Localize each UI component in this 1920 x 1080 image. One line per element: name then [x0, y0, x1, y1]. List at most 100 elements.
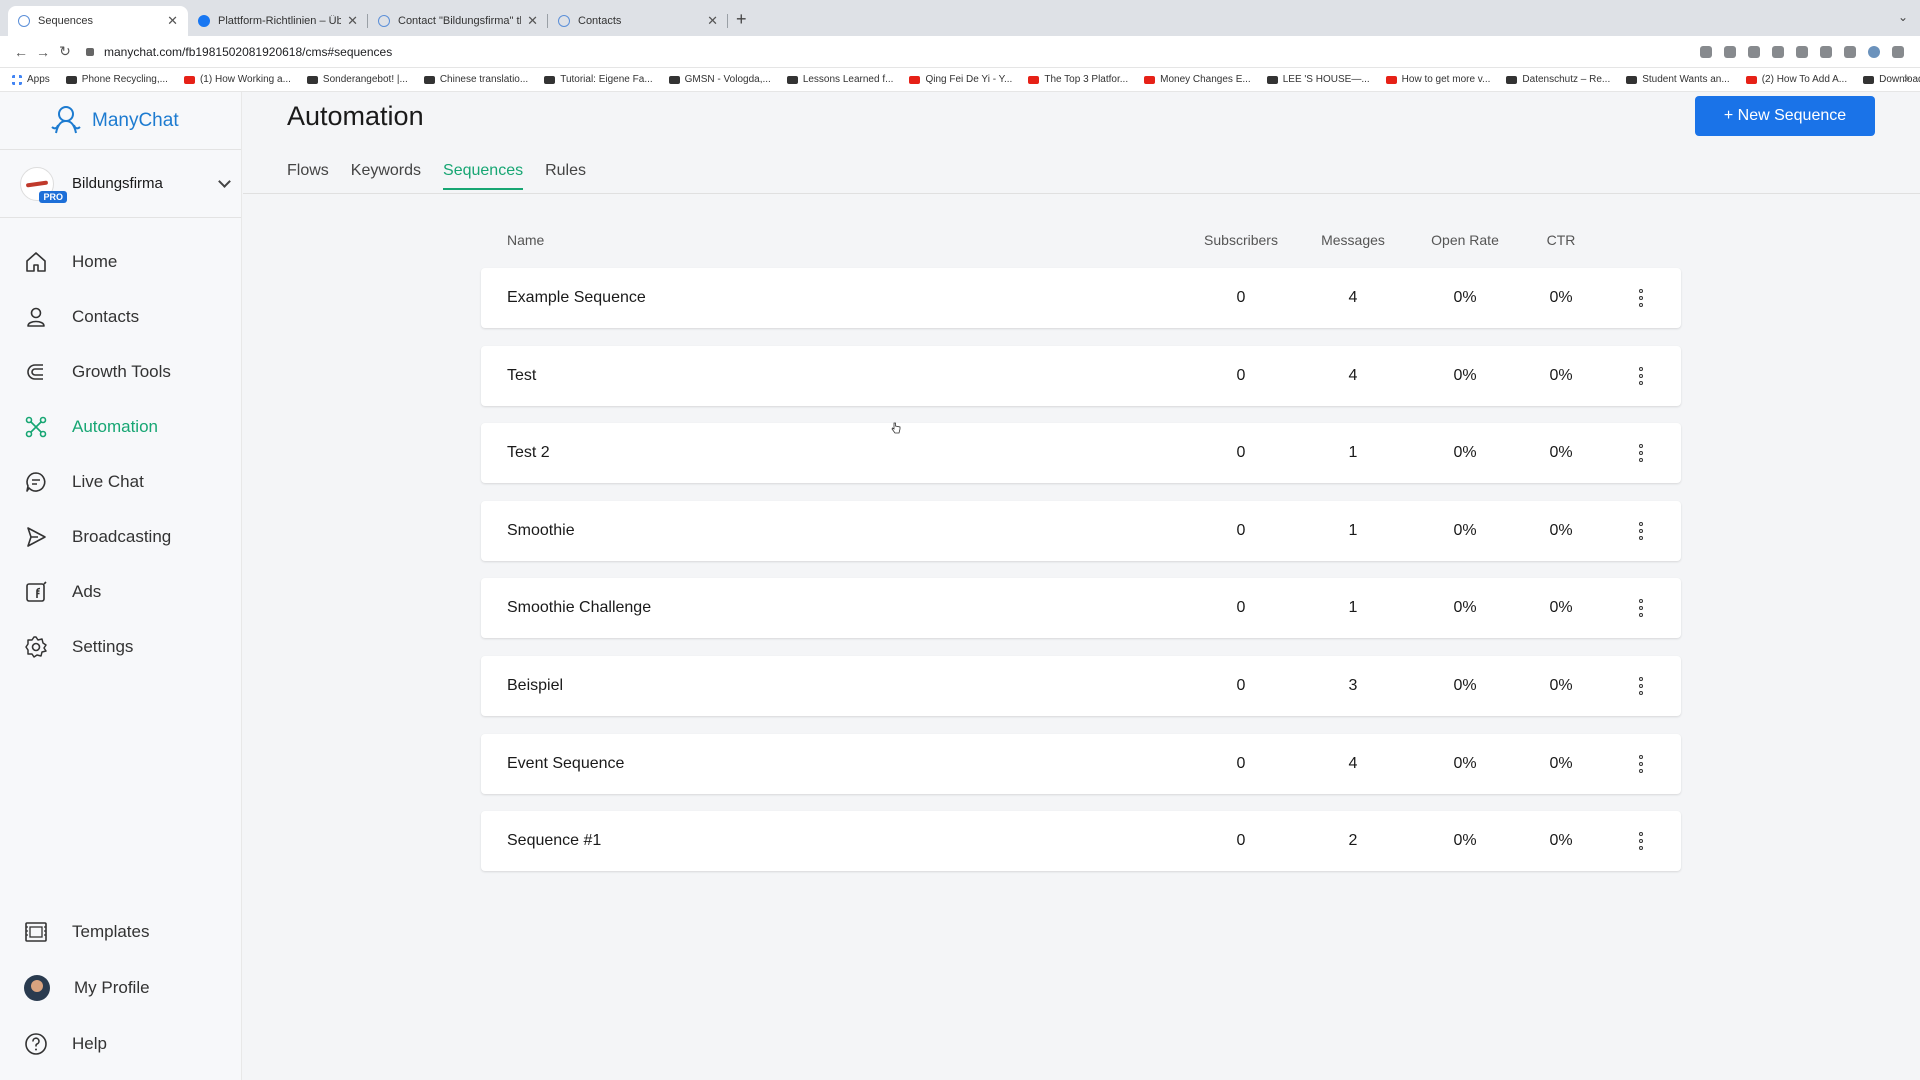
sequence-name: Example Sequence: [507, 289, 646, 306]
zoom-icon[interactable]: [1724, 45, 1736, 58]
browser-tab[interactable]: Contact "Bildungsfirma" throu ✕: [368, 6, 548, 36]
new-tab-icon[interactable]: +: [736, 9, 747, 30]
url-field[interactable]: manychat.com/fb1981502081920618/cms#sequ…: [86, 45, 1700, 59]
sidebar-item-broadcasting[interactable]: Broadcasting: [0, 509, 241, 564]
magnet-icon: [27, 363, 43, 380]
more-bookmarks-icon[interactable]: »: [1904, 73, 1910, 85]
profile-icon[interactable]: [1868, 45, 1880, 58]
browser-tab[interactable]: Plattform-Richtlinien – Übersic ✕: [188, 6, 368, 36]
ctr-value: 0%: [1549, 832, 1573, 850]
sidebar-item-ads[interactable]: Ads: [0, 564, 241, 619]
column-header-open-rate[interactable]: Open Rate: [1409, 232, 1521, 248]
row-menu-button[interactable]: [1601, 599, 1681, 618]
bookmark-item[interactable]: How to get more v...: [1385, 74, 1490, 85]
bookmark-item[interactable]: Phone Recycling,...: [65, 74, 168, 85]
hash-icon: [544, 75, 556, 84]
sidebar-item-home[interactable]: Home: [0, 234, 241, 289]
row-menu-button[interactable]: [1601, 676, 1681, 695]
bookmark-item[interactable]: Tutorial: Eigene Fa...: [544, 74, 653, 85]
table-row[interactable]: Example Sequence 0 4 0% 0%: [481, 268, 1681, 328]
bookmark-item[interactable]: Money Changes E...: [1144, 74, 1251, 85]
sidebar-item-live-chat[interactable]: Live Chat: [0, 454, 241, 509]
sidepanel-icon[interactable]: [1844, 45, 1856, 58]
table-row[interactable]: Test 2 0 1 0% 0%: [481, 423, 1681, 484]
more-vertical-icon: [1639, 754, 1643, 773]
chevron-down-icon[interactable]: ⌄: [1898, 10, 1908, 24]
new-sequence-button[interactable]: + New Sequence: [1695, 96, 1875, 136]
column-header-name[interactable]: Name: [481, 232, 1185, 248]
table-row[interactable]: Event Sequence 0 4 0% 0%: [481, 733, 1681, 794]
star-icon[interactable]: [1772, 45, 1784, 58]
table-row[interactable]: Smoothie 0 1 0% 0%: [481, 500, 1681, 561]
translate-icon[interactable]: [1700, 45, 1712, 58]
row-menu-button[interactable]: [1601, 444, 1681, 463]
table-row[interactable]: Sequence #1 0 2 0% 0%: [481, 811, 1681, 872]
sidebar-item-contacts[interactable]: Contacts: [0, 289, 241, 344]
bookmark-item[interactable]: Lessons Learned f...: [786, 74, 893, 85]
bookmark-item[interactable]: Apps: [12, 74, 50, 85]
sidebar-bottom-nav: Templates My Profile Help: [0, 904, 241, 1080]
forward-icon[interactable]: →: [32, 44, 54, 60]
row-menu-button[interactable]: [1601, 754, 1681, 773]
page-header: Automation + New Sequence Flows Keywords…: [243, 92, 1920, 194]
bookmark-label: Money Changes E...: [1160, 74, 1251, 85]
account-switcher[interactable]: PRO Bildungsfirma: [0, 150, 241, 218]
table-row[interactable]: Smoothie Challenge 0 1 0% 0%: [481, 578, 1681, 639]
close-icon[interactable]: ✕: [167, 13, 178, 29]
sidebar-item-automation[interactable]: Automation: [0, 399, 241, 454]
sidebar-item-my-profile[interactable]: My Profile: [0, 960, 241, 1016]
puzzle-icon[interactable]: [1820, 45, 1832, 58]
ctr-value: 0%: [1549, 289, 1573, 306]
bookmark-item[interactable]: Datenschutz – Re...: [1506, 74, 1610, 85]
back-icon[interactable]: ←: [10, 44, 32, 60]
sidebar-item-help[interactable]: Help: [0, 1016, 241, 1072]
row-menu-button[interactable]: [1601, 521, 1681, 540]
column-header-subscribers[interactable]: Subscribers: [1185, 232, 1297, 248]
chat-icon: [26, 471, 46, 492]
sidebar-item-label: Live Chat: [72, 471, 144, 491]
column-header-ctr[interactable]: CTR: [1521, 232, 1601, 248]
bookmark-item[interactable]: LEE 'S HOUSE—...: [1266, 74, 1370, 85]
extension-icon[interactable]: [1796, 45, 1808, 58]
bookmark-item[interactable]: Download - Cooki...: [1863, 74, 1920, 85]
browser-tab[interactable]: Sequences ✕: [8, 6, 188, 36]
manychat-logo[interactable]: ManyChat: [0, 92, 241, 150]
url-text: manychat.com/fb1981502081920618/cms#sequ…: [104, 44, 393, 59]
subscriber-count: 0: [1236, 444, 1246, 462]
bookmark-item[interactable]: Qing Fei De Yi - Y...: [909, 74, 1012, 85]
tab-keywords[interactable]: Keywords: [351, 162, 421, 190]
bookmark-item[interactable]: (2) How To Add A...: [1745, 74, 1847, 85]
bookmark-item[interactable]: Student Wants an...: [1626, 74, 1730, 85]
sidebar-item-settings[interactable]: Settings: [0, 619, 241, 674]
tab-sequences[interactable]: Sequences: [443, 162, 524, 190]
message-count: 3: [1348, 676, 1358, 694]
table-row[interactable]: Beispiel 0 3 0% 0%: [481, 655, 1681, 716]
table-row[interactable]: Test 0 4 0% 0%: [481, 345, 1681, 406]
close-icon[interactable]: ✕: [707, 13, 718, 29]
row-menu-button[interactable]: [1601, 289, 1681, 307]
close-icon[interactable]: ✕: [527, 13, 538, 29]
bookmark-item[interactable]: Chinese translatio...: [423, 74, 528, 85]
more-vertical-icon: [1639, 676, 1643, 695]
column-header-messages[interactable]: Messages: [1297, 232, 1409, 248]
row-menu-button[interactable]: [1601, 832, 1681, 851]
bookmark-item[interactable]: (1) How Working a...: [183, 74, 291, 85]
sidebar-item-templates[interactable]: Templates: [0, 904, 241, 960]
sidebar-item-growth-tools[interactable]: Growth Tools: [0, 344, 241, 399]
reload-icon[interactable]: ↻: [54, 43, 76, 60]
bookmark-item[interactable]: GMSN - Vologda,...: [668, 74, 771, 85]
bookmark-item[interactable]: Sonderangebot! |...: [306, 74, 408, 85]
bookmark-item[interactable]: The Top 3 Platfor...: [1028, 74, 1128, 85]
close-icon[interactable]: ✕: [347, 13, 358, 29]
youtube-icon: [1028, 75, 1040, 84]
more-vertical-icon: [1639, 366, 1643, 385]
message-count: 1: [1348, 444, 1358, 462]
tab-rules[interactable]: Rules: [545, 162, 586, 190]
more-vertical-icon: [1639, 521, 1643, 540]
tab-flows[interactable]: Flows: [287, 162, 329, 190]
menu-icon[interactable]: [1892, 45, 1904, 58]
ctr-value: 0%: [1549, 676, 1573, 694]
row-menu-button[interactable]: [1601, 366, 1681, 385]
share-icon[interactable]: [1748, 45, 1760, 58]
browser-tab[interactable]: Contacts ✕: [548, 6, 728, 36]
